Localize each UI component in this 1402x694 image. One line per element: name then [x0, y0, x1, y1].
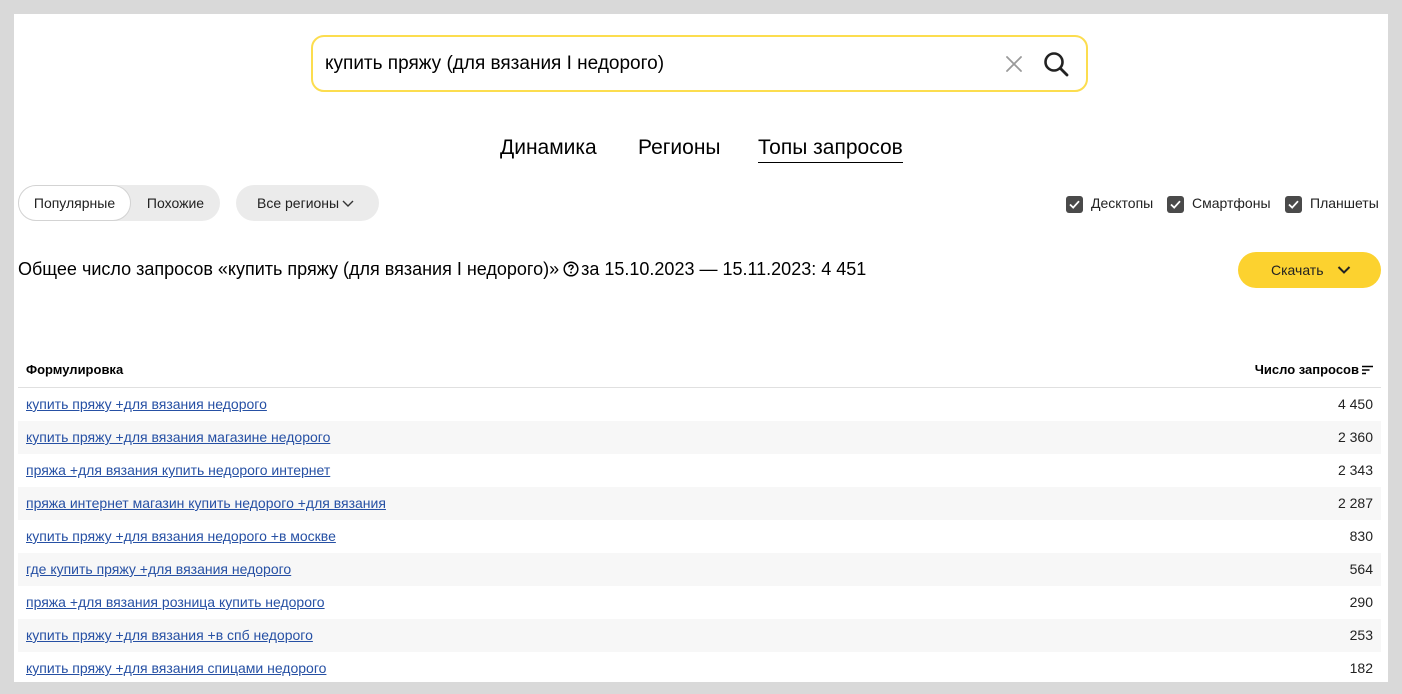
tab-top-queries[interactable]: Топы запросов: [758, 136, 903, 163]
table-row: пряжа +для вязания розница купить недоро…: [18, 586, 1381, 619]
popular-button[interactable]: Популярные: [18, 185, 131, 221]
help-icon[interactable]: [563, 261, 579, 277]
query-link[interactable]: пряжа +для вязания купить недорого интер…: [26, 462, 330, 478]
tab-dynamics[interactable]: Динамика: [500, 136, 597, 160]
query-link[interactable]: купить пряжу +для вязания спицами недоро…: [26, 660, 326, 676]
search-icon[interactable]: [1042, 50, 1070, 78]
query-count: 2 343: [1337, 462, 1373, 478]
search-input[interactable]: [325, 50, 985, 78]
query-count: 830: [1349, 528, 1373, 544]
chevron-down-icon: [342, 200, 354, 207]
query-link[interactable]: купить пряжу +для вязания магазине недор…: [26, 429, 330, 445]
summary-period: за 15.10.2023 — 15.11.2023: 4 451: [581, 259, 867, 279]
chevron-down-icon: [1337, 266, 1351, 274]
table-row: купить пряжу +для вязания недорого 4 450: [18, 388, 1381, 421]
tab-regions[interactable]: Регионы: [638, 136, 721, 160]
close-icon[interactable]: [1003, 53, 1025, 75]
smartphone-label: Смартфоны: [1192, 195, 1271, 211]
query-link[interactable]: купить пряжу +для вязания недорого +в мо…: [26, 528, 336, 544]
region-dropdown[interactable]: Все регионы: [236, 185, 379, 221]
query-link[interactable]: купить пряжу +для вязания +в спб недорог…: [26, 627, 313, 643]
page: Динамика Регионы Топы запросов Популярны…: [14, 14, 1388, 682]
desktop-label: Десктопы: [1091, 195, 1154, 211]
table-row: пряжа интернет магазин купить недорого +…: [18, 487, 1381, 520]
total-queries-summary: Общее число запросов «купить пряжу (для …: [18, 259, 866, 280]
checkbox-checked-icon: [1167, 196, 1184, 213]
sort-icon[interactable]: [1362, 365, 1373, 375]
tablet-label: Планшеты: [1310, 195, 1379, 211]
table-row: пряжа +для вязания купить недорого интер…: [18, 454, 1381, 487]
table-row: купить пряжу +для вязания спицами недоро…: [18, 652, 1381, 682]
query-count: 2 360: [1337, 429, 1373, 445]
query-count: 182: [1349, 660, 1373, 676]
query-type-switch: Популярные Похожие: [18, 185, 220, 221]
download-button[interactable]: Скачать: [1238, 252, 1381, 288]
query-link[interactable]: купить пряжу +для вязания недорого: [26, 396, 267, 412]
table-row: купить пряжу +для вязания недорого +в мо…: [18, 520, 1381, 553]
query-link[interactable]: пряжа интернет магазин купить недорого +…: [26, 495, 386, 511]
checkbox-checked-icon: [1285, 196, 1302, 213]
column-header-count[interactable]: Число запросов: [1255, 362, 1359, 377]
column-header-phrase: Формулировка: [26, 362, 124, 377]
summary-text: Общее число запросов «купить пряжу (для …: [18, 259, 560, 279]
queries-table: Формулировка Число запросов купить пряжу…: [18, 351, 1381, 682]
query-count: 564: [1349, 561, 1373, 577]
table-row: где купить пряжу +для вязания недорого 5…: [18, 553, 1381, 586]
download-label: Скачать: [1271, 262, 1324, 278]
table-header: Формулировка Число запросов: [18, 351, 1381, 388]
table-row: купить пряжу +для вязания +в спб недорог…: [18, 619, 1381, 652]
query-count: 253: [1349, 627, 1373, 643]
query-link[interactable]: где купить пряжу +для вязания недорого: [26, 561, 291, 577]
tablet-checkbox[interactable]: Планшеты: [1285, 195, 1385, 213]
query-count: 4 450: [1337, 396, 1373, 412]
search-bar: [311, 35, 1088, 92]
query-link[interactable]: пряжа +для вязания розница купить недоро…: [26, 594, 325, 610]
similar-button[interactable]: Похожие: [131, 185, 220, 221]
table-row: купить пряжу +для вязания магазине недор…: [18, 421, 1381, 454]
desktop-checkbox[interactable]: Десктопы: [1066, 195, 1158, 213]
checkbox-checked-icon: [1066, 196, 1083, 213]
smartphone-checkbox[interactable]: Смартфоны: [1167, 195, 1275, 213]
query-count: 290: [1349, 594, 1373, 610]
table-body: купить пряжу +для вязания недорого 4 450…: [18, 388, 1381, 682]
tabs: Динамика Регионы Топы запросов: [14, 136, 1388, 168]
query-count: 2 287: [1337, 495, 1373, 511]
region-dropdown-label: Все регионы: [257, 195, 340, 211]
